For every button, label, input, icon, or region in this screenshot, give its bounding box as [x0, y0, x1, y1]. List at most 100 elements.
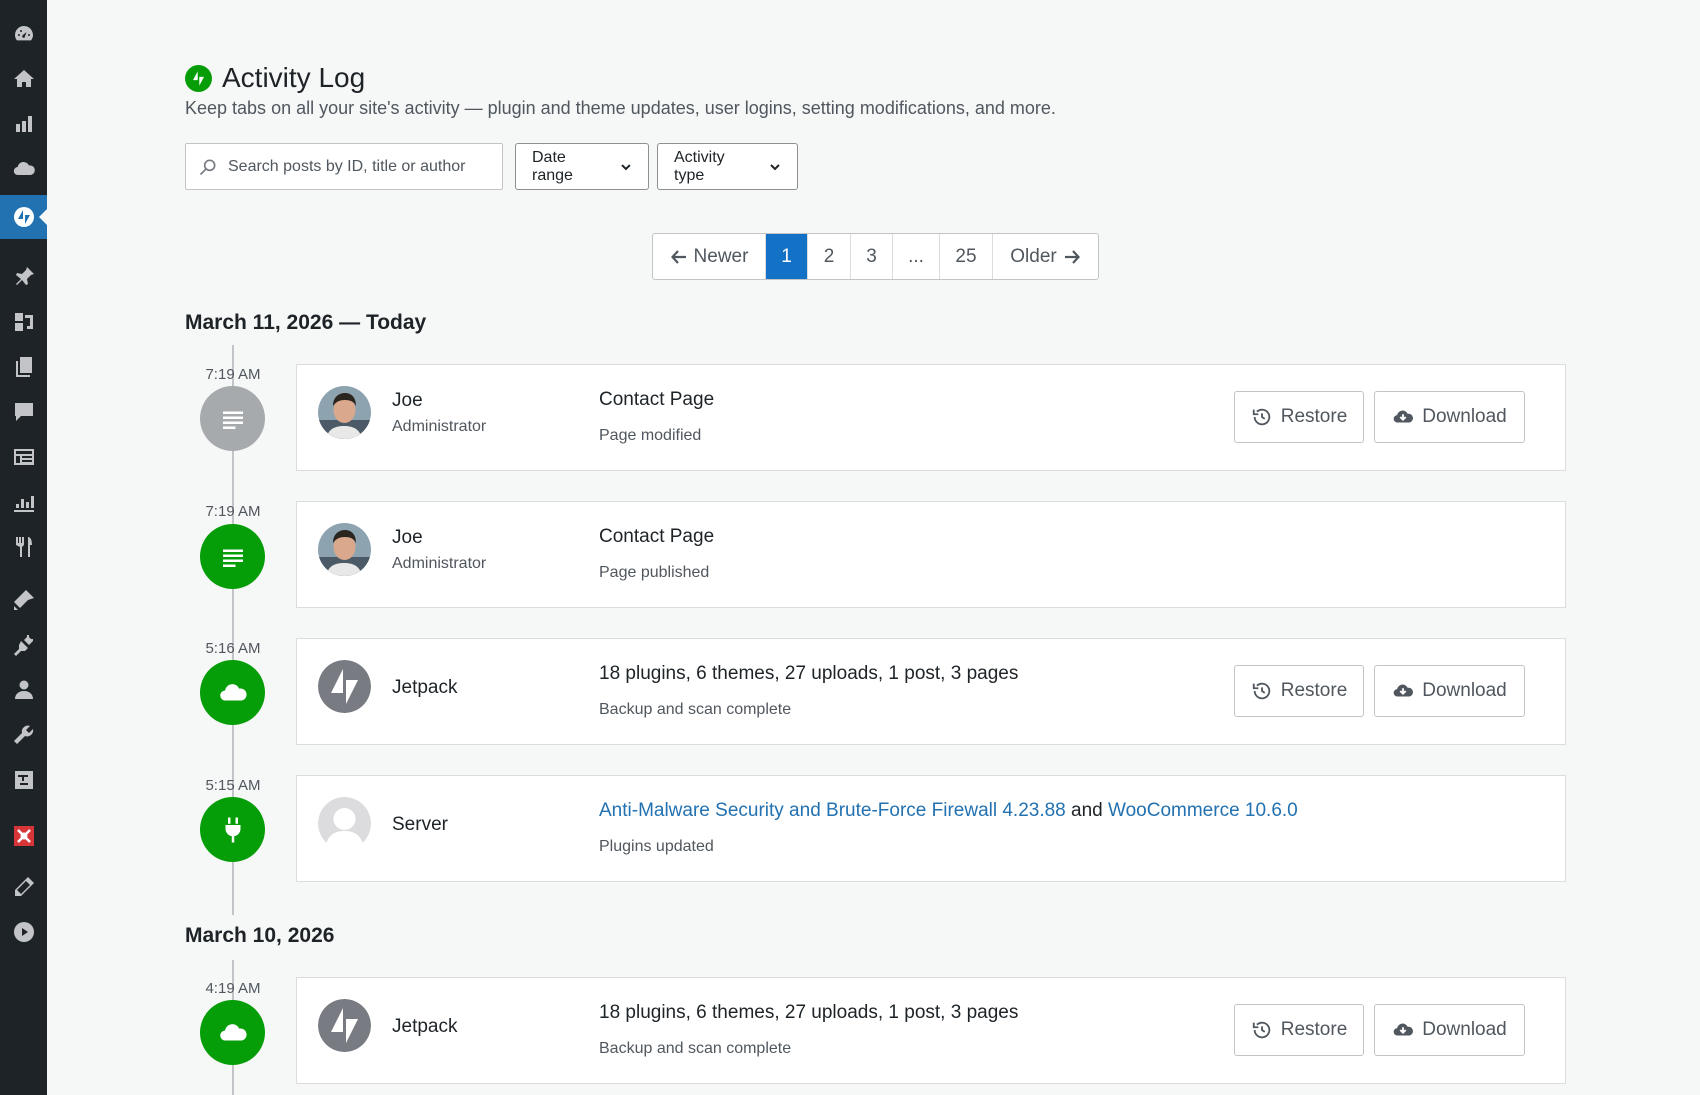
history-icon [1252, 408, 1270, 426]
media-icon[interactable] [0, 300, 47, 344]
actor-name: Jetpack [392, 677, 458, 698]
event-description: Backup and scan complete [599, 1040, 792, 1057]
avatar [318, 660, 371, 713]
stats-icon[interactable] [0, 102, 47, 146]
entry-time: 7:19 AM [205, 503, 261, 520]
activity-card: Jetpack 18 plugins, 6 themes, 27 uploads… [296, 638, 1566, 745]
security-plugin-icon[interactable] [0, 814, 47, 858]
cloud-download-icon [1393, 684, 1414, 697]
restore-button[interactable]: Restore [1234, 665, 1364, 717]
actor-name: Joe [392, 390, 423, 411]
title-connector: and [1071, 800, 1103, 821]
arrow-left-icon [670, 249, 686, 264]
actor-name: Server [392, 814, 448, 835]
food-icon[interactable] [0, 525, 47, 569]
actor-role: Administrator [392, 555, 487, 572]
activity-card: Joe Administrator Contact Page Page publ… [296, 501, 1566, 608]
event-description: Page published [599, 564, 710, 581]
page-button-3[interactable]: 3 [851, 234, 893, 279]
entry-time: 5:15 AM [205, 777, 261, 794]
newer-page-button[interactable]: Newer [653, 234, 766, 279]
plug-icon [200, 797, 265, 862]
event-title: 18 plugins, 6 themes, 27 uploads, 1 post… [599, 1002, 1019, 1023]
cloud-icon[interactable] [0, 147, 47, 191]
analytics-icon[interactable] [0, 480, 47, 524]
date-heading: March 10, 2026 [185, 924, 335, 947]
download-button[interactable]: Download [1374, 391, 1525, 443]
event-description: Backup and scan complete [599, 701, 792, 718]
event-description: Plugins updated [599, 838, 714, 855]
page-ellipsis: ... [893, 234, 940, 279]
entry-time: 4:19 AM [205, 980, 261, 997]
page-header: Activity Log [185, 62, 365, 94]
activity-type-label: Activity type [674, 148, 725, 184]
settings-icon[interactable] [0, 758, 47, 802]
activity-card: Jetpack 18 plugins, 6 themes, 27 uploads… [296, 977, 1566, 1084]
older-label: Older [1010, 245, 1057, 267]
page-title: Activity Log [222, 62, 366, 93]
feedback-icon[interactable] [0, 435, 47, 479]
plugin-link[interactable]: Anti-Malware Security and Brute-Force Fi… [599, 800, 1066, 821]
jetpack-avatar-icon [318, 660, 371, 713]
actor-name: Jetpack [392, 1016, 458, 1037]
avatar [318, 523, 371, 576]
search-icon [199, 159, 216, 175]
date-heading: March 11, 2026 — Today [185, 311, 427, 334]
arrow-right-icon [1064, 249, 1080, 264]
avatar [318, 797, 371, 850]
appearance-icon[interactable] [0, 578, 47, 622]
document-icon [200, 524, 265, 589]
document-icon [200, 386, 265, 451]
search-box[interactable] [185, 143, 503, 190]
activity-card: Server Anti-Malware Security and Brute-F… [296, 775, 1566, 882]
download-label: Download [1422, 1019, 1507, 1040]
pagination: Newer 1 2 3 ... 25 Older [652, 233, 1099, 280]
jetpack-logo-icon [185, 64, 212, 92]
actor-role: Administrator [392, 418, 487, 435]
home-icon[interactable] [0, 57, 47, 101]
comments-icon[interactable] [0, 390, 47, 434]
tools-icon[interactable] [0, 713, 47, 757]
jetpack-icon[interactable] [0, 195, 47, 239]
event-description: Page modified [599, 427, 702, 444]
download-label: Download [1422, 406, 1507, 427]
dashboard-icon[interactable] [0, 12, 47, 56]
entry-time: 7:19 AM [205, 366, 261, 383]
event-title: Contact Page [599, 389, 715, 410]
jetpack-avatar-icon [318, 999, 371, 1052]
download-button[interactable]: Download [1374, 665, 1525, 717]
pin-icon[interactable] [0, 255, 47, 299]
plugin-link[interactable]: WooCommerce 10.6.0 [1108, 800, 1298, 821]
cloud-download-icon [1393, 410, 1414, 423]
history-icon [1252, 682, 1270, 700]
date-range-dropdown[interactable]: Date range [515, 143, 649, 190]
search-input[interactable] [228, 157, 498, 176]
restore-button[interactable]: Restore [1234, 391, 1364, 443]
page-subtitle: Keep tabs on all your site's activity — … [185, 98, 1056, 118]
history-icon [1252, 1021, 1270, 1039]
pencil-icon[interactable] [0, 865, 47, 909]
event-title: Anti-Malware Security and Brute-Force Fi… [599, 800, 1298, 822]
pages-icon[interactable] [0, 345, 47, 389]
download-label: Download [1422, 680, 1507, 701]
chevron-down-icon [770, 163, 780, 170]
download-button[interactable]: Download [1374, 1004, 1525, 1056]
restore-label: Restore [1280, 406, 1348, 427]
older-page-button[interactable]: Older [993, 234, 1098, 279]
activity-type-dropdown[interactable]: Activity type [657, 143, 798, 190]
newer-label: Newer [693, 245, 749, 267]
page-button-2[interactable]: 2 [808, 234, 851, 279]
users-icon[interactable] [0, 668, 47, 712]
cloud-download-icon [1393, 1023, 1414, 1036]
avatar [318, 386, 371, 439]
page-button-1[interactable]: 1 [766, 234, 808, 279]
page-button-25[interactable]: 25 [940, 234, 993, 279]
date-range-label: Date range [532, 148, 573, 184]
restore-button[interactable]: Restore [1234, 1004, 1364, 1056]
collapse-menu-icon[interactable] [0, 910, 47, 954]
cloud-icon [200, 660, 265, 725]
restore-label: Restore [1280, 1019, 1348, 1040]
default-avatar-icon [318, 797, 371, 850]
admin-sidebar [0, 0, 47, 1095]
plugins-icon[interactable] [0, 623, 47, 667]
